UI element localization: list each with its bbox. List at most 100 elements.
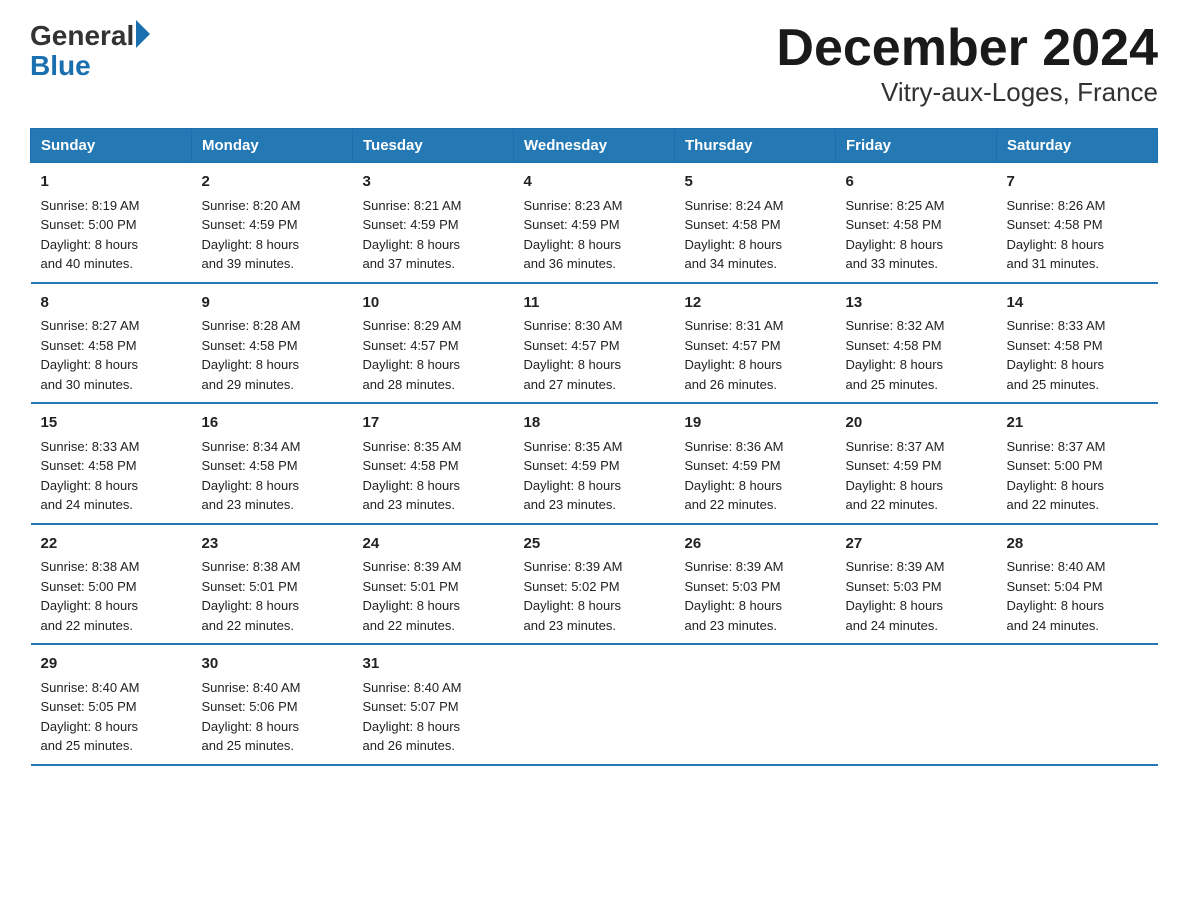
day-number: 1 (41, 171, 182, 194)
day-info: Sunrise: 8:30 AMSunset: 4:57 PMDaylight:… (524, 316, 665, 394)
calendar-cell: 1Sunrise: 8:19 AMSunset: 5:00 PMDaylight… (31, 163, 192, 283)
day-number: 2 (202, 171, 343, 194)
calendar-cell: 17Sunrise: 8:35 AMSunset: 4:58 PMDayligh… (353, 403, 514, 524)
header-saturday: Saturday (997, 129, 1158, 163)
day-number: 7 (1007, 171, 1148, 194)
day-info: Sunrise: 8:40 AMSunset: 5:04 PMDaylight:… (1007, 557, 1148, 635)
calendar-cell: 24Sunrise: 8:39 AMSunset: 5:01 PMDayligh… (353, 524, 514, 645)
calendar-cell: 31Sunrise: 8:40 AMSunset: 5:07 PMDayligh… (353, 644, 514, 765)
day-info: Sunrise: 8:33 AMSunset: 4:58 PMDaylight:… (41, 437, 182, 515)
day-number: 22 (41, 533, 182, 556)
day-info: Sunrise: 8:38 AMSunset: 5:00 PMDaylight:… (41, 557, 182, 635)
calendar-cell: 27Sunrise: 8:39 AMSunset: 5:03 PMDayligh… (836, 524, 997, 645)
day-info: Sunrise: 8:39 AMSunset: 5:01 PMDaylight:… (363, 557, 504, 635)
day-number: 30 (202, 653, 343, 676)
header-tuesday: Tuesday (353, 129, 514, 163)
day-info: Sunrise: 8:35 AMSunset: 4:59 PMDaylight:… (524, 437, 665, 515)
day-number: 10 (363, 292, 504, 315)
calendar-week-row: 22Sunrise: 8:38 AMSunset: 5:00 PMDayligh… (31, 524, 1158, 645)
day-info: Sunrise: 8:38 AMSunset: 5:01 PMDaylight:… (202, 557, 343, 635)
header-friday: Friday (836, 129, 997, 163)
day-number: 29 (41, 653, 182, 676)
day-info: Sunrise: 8:40 AMSunset: 5:06 PMDaylight:… (202, 678, 343, 756)
calendar-cell: 18Sunrise: 8:35 AMSunset: 4:59 PMDayligh… (514, 403, 675, 524)
day-info: Sunrise: 8:36 AMSunset: 4:59 PMDaylight:… (685, 437, 826, 515)
day-info: Sunrise: 8:24 AMSunset: 4:58 PMDaylight:… (685, 196, 826, 274)
day-number: 8 (41, 292, 182, 315)
calendar-cell: 5Sunrise: 8:24 AMSunset: 4:58 PMDaylight… (675, 163, 836, 283)
calendar-cell: 6Sunrise: 8:25 AMSunset: 4:58 PMDaylight… (836, 163, 997, 283)
day-number: 16 (202, 412, 343, 435)
calendar-cell (836, 644, 997, 765)
day-number: 3 (363, 171, 504, 194)
calendar-cell: 20Sunrise: 8:37 AMSunset: 4:59 PMDayligh… (836, 403, 997, 524)
day-number: 20 (846, 412, 987, 435)
day-number: 13 (846, 292, 987, 315)
calendar-cell: 19Sunrise: 8:36 AMSunset: 4:59 PMDayligh… (675, 403, 836, 524)
day-number: 11 (524, 292, 665, 315)
calendar-week-row: 8Sunrise: 8:27 AMSunset: 4:58 PMDaylight… (31, 283, 1158, 404)
calendar-cell (514, 644, 675, 765)
day-number: 26 (685, 533, 826, 556)
calendar-cell: 16Sunrise: 8:34 AMSunset: 4:58 PMDayligh… (192, 403, 353, 524)
header-monday: Monday (192, 129, 353, 163)
calendar-cell (997, 644, 1158, 765)
day-number: 19 (685, 412, 826, 435)
calendar-cell: 26Sunrise: 8:39 AMSunset: 5:03 PMDayligh… (675, 524, 836, 645)
day-number: 4 (524, 171, 665, 194)
day-info: Sunrise: 8:29 AMSunset: 4:57 PMDaylight:… (363, 316, 504, 394)
day-number: 15 (41, 412, 182, 435)
day-number: 27 (846, 533, 987, 556)
header-wednesday: Wednesday (514, 129, 675, 163)
day-number: 5 (685, 171, 826, 194)
calendar-subtitle: Vitry-aux-Loges, France (776, 77, 1158, 108)
day-number: 18 (524, 412, 665, 435)
calendar-cell: 22Sunrise: 8:38 AMSunset: 5:00 PMDayligh… (31, 524, 192, 645)
calendar-cell (675, 644, 836, 765)
calendar-cell: 29Sunrise: 8:40 AMSunset: 5:05 PMDayligh… (31, 644, 192, 765)
day-number: 17 (363, 412, 504, 435)
day-info: Sunrise: 8:27 AMSunset: 4:58 PMDaylight:… (41, 316, 182, 394)
day-info: Sunrise: 8:23 AMSunset: 4:59 PMDaylight:… (524, 196, 665, 274)
day-number: 31 (363, 653, 504, 676)
day-info: Sunrise: 8:21 AMSunset: 4:59 PMDaylight:… (363, 196, 504, 274)
day-info: Sunrise: 8:37 AMSunset: 4:59 PMDaylight:… (846, 437, 987, 515)
page-header: General Blue December 2024 Vitry-aux-Log… (30, 20, 1158, 108)
day-info: Sunrise: 8:25 AMSunset: 4:58 PMDaylight:… (846, 196, 987, 274)
day-number: 21 (1007, 412, 1148, 435)
day-info: Sunrise: 8:32 AMSunset: 4:58 PMDaylight:… (846, 316, 987, 394)
day-info: Sunrise: 8:31 AMSunset: 4:57 PMDaylight:… (685, 316, 826, 394)
calendar-cell: 8Sunrise: 8:27 AMSunset: 4:58 PMDaylight… (31, 283, 192, 404)
day-number: 23 (202, 533, 343, 556)
calendar-cell: 7Sunrise: 8:26 AMSunset: 4:58 PMDaylight… (997, 163, 1158, 283)
calendar-cell: 3Sunrise: 8:21 AMSunset: 4:59 PMDaylight… (353, 163, 514, 283)
calendar-cell: 25Sunrise: 8:39 AMSunset: 5:02 PMDayligh… (514, 524, 675, 645)
calendar-cell: 30Sunrise: 8:40 AMSunset: 5:06 PMDayligh… (192, 644, 353, 765)
calendar-cell: 12Sunrise: 8:31 AMSunset: 4:57 PMDayligh… (675, 283, 836, 404)
day-info: Sunrise: 8:20 AMSunset: 4:59 PMDaylight:… (202, 196, 343, 274)
calendar-week-row: 29Sunrise: 8:40 AMSunset: 5:05 PMDayligh… (31, 644, 1158, 765)
day-number: 6 (846, 171, 987, 194)
title-block: December 2024 Vitry-aux-Loges, France (776, 20, 1158, 108)
calendar-header-row: SundayMondayTuesdayWednesdayThursdayFrid… (31, 129, 1158, 163)
calendar-table: SundayMondayTuesdayWednesdayThursdayFrid… (30, 128, 1158, 766)
day-info: Sunrise: 8:35 AMSunset: 4:58 PMDaylight:… (363, 437, 504, 515)
calendar-cell: 28Sunrise: 8:40 AMSunset: 5:04 PMDayligh… (997, 524, 1158, 645)
logo: General Blue (30, 20, 150, 80)
day-info: Sunrise: 8:26 AMSunset: 4:58 PMDaylight:… (1007, 196, 1148, 274)
calendar-cell: 11Sunrise: 8:30 AMSunset: 4:57 PMDayligh… (514, 283, 675, 404)
calendar-cell: 13Sunrise: 8:32 AMSunset: 4:58 PMDayligh… (836, 283, 997, 404)
day-info: Sunrise: 8:39 AMSunset: 5:03 PMDaylight:… (846, 557, 987, 635)
day-number: 24 (363, 533, 504, 556)
calendar-cell: 23Sunrise: 8:38 AMSunset: 5:01 PMDayligh… (192, 524, 353, 645)
day-info: Sunrise: 8:19 AMSunset: 5:00 PMDaylight:… (41, 196, 182, 274)
day-info: Sunrise: 8:34 AMSunset: 4:58 PMDaylight:… (202, 437, 343, 515)
day-number: 12 (685, 292, 826, 315)
calendar-cell: 10Sunrise: 8:29 AMSunset: 4:57 PMDayligh… (353, 283, 514, 404)
logo-blue: Blue (30, 52, 91, 80)
calendar-title: December 2024 (776, 20, 1158, 77)
logo-triangle-icon (136, 20, 150, 48)
day-info: Sunrise: 8:39 AMSunset: 5:02 PMDaylight:… (524, 557, 665, 635)
calendar-cell: 9Sunrise: 8:28 AMSunset: 4:58 PMDaylight… (192, 283, 353, 404)
day-number: 14 (1007, 292, 1148, 315)
